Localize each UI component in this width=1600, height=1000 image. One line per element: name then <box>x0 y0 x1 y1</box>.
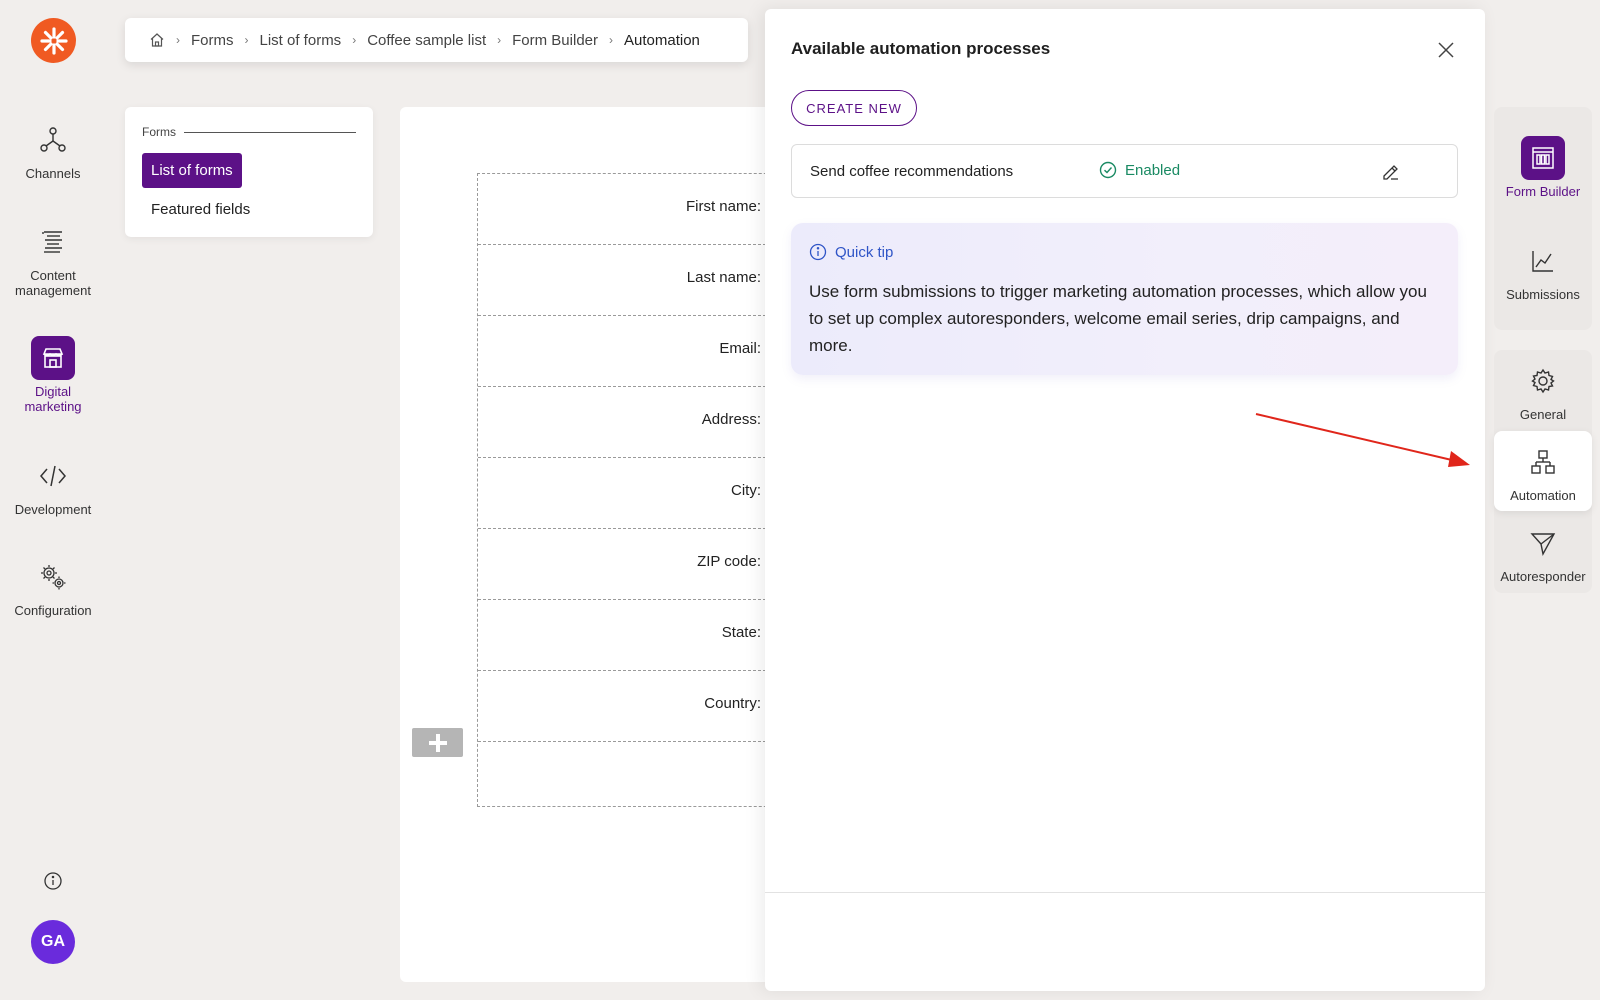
form-field-label: Address: <box>701 411 761 428</box>
form-field-label: First name: <box>685 198 761 215</box>
automation-icon <box>1529 440 1557 484</box>
breadcrumb-item[interactable]: List of forms <box>260 32 342 49</box>
status-badge: Enabled <box>1099 161 1180 179</box>
forms-section-label: Forms <box>142 125 176 139</box>
info-icon[interactable] <box>43 871 63 891</box>
tab-label: Submissions <box>1506 286 1580 302</box>
content-management-icon <box>31 220 75 264</box>
breadcrumb-item[interactable]: Forms <box>191 32 234 49</box>
forms-section-header: Forms <box>142 125 356 139</box>
forms-item-featured-fields[interactable]: Featured fields <box>142 192 259 227</box>
side-tab-group-form: Form Builder Submissions <box>1494 107 1592 330</box>
form-field-row[interactable]: Last name: <box>478 245 796 316</box>
quick-tip: Quick tip Use form submissions to trigge… <box>791 223 1458 375</box>
nav-item-configuration[interactable]: Configuration <box>0 555 106 618</box>
form-field-label: Last name: <box>686 269 761 286</box>
form-field-label: Email: <box>719 340 761 357</box>
annotation-arrow-icon <box>1255 413 1470 467</box>
nav-item-development[interactable]: Development <box>0 454 106 517</box>
tab-label: Autoresponder <box>1500 568 1586 584</box>
gears-icon <box>31 555 75 599</box>
form-canvas: First name: Last name: Email: Address: C… <box>400 107 797 982</box>
breadcrumb-current: Automation <box>624 31 700 49</box>
divider <box>765 892 1485 893</box>
chart-icon <box>1530 239 1556 283</box>
form-field-label: Country: <box>704 695 761 712</box>
tab-general[interactable]: General <box>1494 350 1592 430</box>
form-field-row[interactable]: Email: <box>478 316 796 387</box>
chevron-right-icon: › <box>609 33 613 47</box>
nav-label: Digital marketing <box>24 384 82 414</box>
quick-tip-title: Quick tip <box>835 243 894 261</box>
create-new-button[interactable]: CREATE NEW <box>791 90 917 126</box>
check-circle-icon <box>1099 161 1117 179</box>
tab-label: General <box>1519 406 1567 422</box>
close-icon[interactable] <box>1435 39 1457 61</box>
form-field-row[interactable]: First name: <box>478 174 796 245</box>
breadcrumb: › Forms › List of forms › Coffee sample … <box>125 18 748 62</box>
divider <box>184 131 356 133</box>
home-icon[interactable] <box>149 32 165 48</box>
nav-item-content-management[interactable]: Content management <box>0 220 106 298</box>
form-field-list: First name: Last name: Email: Address: C… <box>477 173 797 807</box>
info-icon <box>809 243 827 261</box>
tab-autoresponder[interactable]: Autoresponder <box>1494 512 1592 592</box>
plus-icon <box>428 733 447 752</box>
form-field-row[interactable]: Country: <box>478 671 796 742</box>
edit-icon[interactable] <box>1380 161 1402 183</box>
send-icon <box>1529 521 1557 565</box>
tab-form-builder[interactable]: Form Builder <box>1494 127 1592 207</box>
form-field-row[interactable]: State: <box>478 600 796 671</box>
nav-item-channels[interactable]: Channels <box>0 118 106 181</box>
quick-tip-header: Quick tip <box>809 243 893 261</box>
side-tab-group-settings: General Automation Autoresponder <box>1494 350 1592 593</box>
avatar[interactable]: GA <box>31 920 75 964</box>
form-field-row[interactable]: Address: <box>478 387 796 458</box>
nav-label: Content management <box>15 268 91 298</box>
gear-icon <box>1529 359 1557 403</box>
status-text: Enabled <box>1125 161 1181 179</box>
chevron-right-icon: › <box>497 33 502 47</box>
forms-panel: Forms List of forms Featured fields <box>125 107 373 237</box>
chevron-right-icon: › <box>244 33 249 47</box>
form-builder-icon <box>1521 135 1565 180</box>
process-name: Send coffee recommendations <box>810 163 1014 180</box>
tab-automation[interactable]: Automation <box>1494 431 1592 511</box>
chevron-right-icon: › <box>352 33 357 47</box>
nav-label: Channels <box>25 166 81 181</box>
breadcrumb-item[interactable]: Coffee sample list <box>367 32 486 49</box>
automation-processes-panel: Available automation processes CREATE NE… <box>765 9 1485 991</box>
quick-tip-text: Use form submissions to trigger marketin… <box>809 282 1427 355</box>
chevron-right-icon: › <box>176 33 180 47</box>
tab-label: Automation <box>1510 487 1576 503</box>
panel-title: Available automation processes <box>791 39 1051 58</box>
left-nav: Channels Content management Digital mark… <box>0 0 106 1000</box>
forms-item-list-of-forms[interactable]: List of forms <box>142 153 242 188</box>
form-field-row[interactable]: ZIP code: <box>478 529 796 600</box>
nav-label: Development <box>14 502 92 517</box>
code-icon <box>31 454 75 498</box>
digital-marketing-icon <box>31 336 75 380</box>
add-field-button[interactable] <box>412 728 463 757</box>
form-field-label: State: <box>721 624 761 641</box>
nav-label: Configuration <box>14 603 92 618</box>
nav-item-digital-marketing[interactable]: Digital marketing <box>0 336 106 414</box>
form-field-label: City: <box>731 482 761 499</box>
tab-submissions[interactable]: Submissions <box>1494 230 1592 310</box>
process-row[interactable]: Send coffee recommendations Enabled <box>791 144 1458 198</box>
form-field-row[interactable]: City: <box>478 458 796 529</box>
channels-icon <box>31 118 75 162</box>
logo-icon[interactable] <box>31 18 76 63</box>
form-field-label: ZIP code: <box>697 553 761 570</box>
breadcrumb-item[interactable]: Form Builder <box>512 32 598 49</box>
tab-label: Form Builder <box>1505 183 1581 199</box>
